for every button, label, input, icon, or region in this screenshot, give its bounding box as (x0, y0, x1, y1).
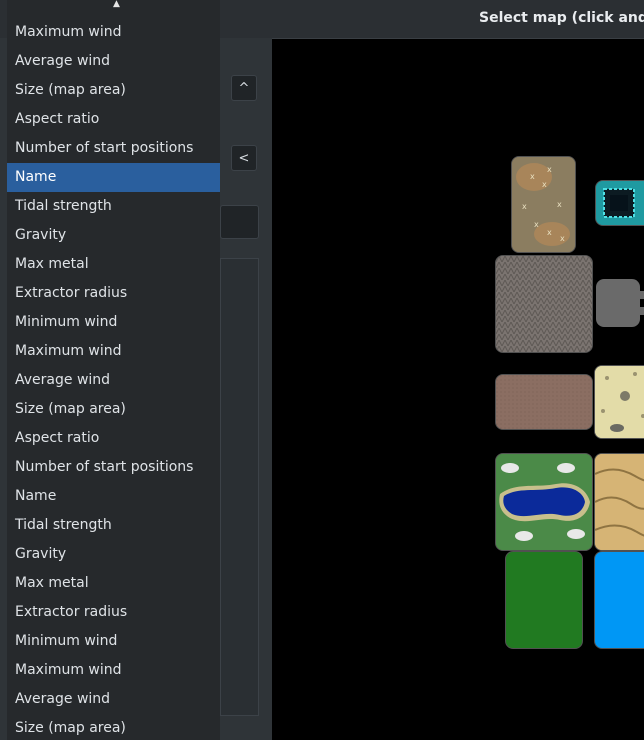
app-window: Select map (click and d ^ < x x x x x x … (0, 0, 644, 740)
map-thumbnail-sand-spots[interactable] (594, 365, 644, 439)
dropdown-option[interactable]: Average wind (7, 366, 220, 395)
dropdown-option[interactable]: Maximum wind (7, 337, 220, 366)
svg-text:x: x (530, 172, 535, 181)
dropdown-option[interactable]: Average wind (7, 685, 220, 714)
map-grid[interactable]: x x x x x x x x (272, 42, 644, 740)
circuit-texture (596, 181, 644, 225)
metal-texture (496, 256, 592, 352)
gray-blocks-texture (596, 279, 644, 327)
scroll-up-button[interactable]: ^ (231, 75, 257, 101)
map-thumbnail-green-flat[interactable] (505, 551, 583, 649)
dropdown-option[interactable]: Gravity (7, 221, 220, 250)
dropdown-option[interactable]: Average wind (7, 47, 220, 76)
back-button[interactable]: < (231, 145, 257, 171)
svg-text:x: x (534, 220, 539, 229)
dropdown-option[interactable]: Minimum wind (7, 308, 220, 337)
dropdown-option[interactable]: Minimum wind (7, 627, 220, 656)
lake-texture (496, 454, 592, 550)
dropdown-option[interactable]: Size (map area) (7, 395, 220, 424)
dropdown-option[interactable]: Aspect ratio (7, 105, 220, 134)
dropdown-option[interactable]: Extractor radius (7, 598, 220, 627)
svg-text:x: x (542, 180, 547, 189)
dropdown-option[interactable]: Max metal (7, 250, 220, 279)
dropdown-option[interactable]: Name (7, 482, 220, 511)
svg-text:x: x (560, 234, 565, 243)
map-thumbnail-gray-blocks[interactable] (595, 278, 644, 328)
dropdown-option[interactable]: Maximum wind (7, 18, 220, 47)
dropdown-option[interactable]: Number of start positions (7, 453, 220, 482)
dropdown-option[interactable]: Extractor radius (7, 279, 220, 308)
sort-by-dropdown-list[interactable]: ▲ Maximum wind Average wind Size (map area… (7, 0, 220, 740)
map-thumbnail-blue-water[interactable] (594, 551, 644, 649)
map-thumbnail-desert-rocky[interactable]: x x x x x x x x (511, 156, 576, 253)
scroll-up-indicator-icon[interactable]: ▲ (113, 0, 120, 9)
dropdown-option[interactable]: Size (map area) (7, 76, 220, 105)
sand-texture (595, 366, 644, 438)
map-thumbnail-lake[interactable] (495, 453, 593, 551)
dropdown-option[interactable]: Gravity (7, 540, 220, 569)
filter-input[interactable] (220, 205, 259, 239)
dropdown-option[interactable]: Tidal strength (7, 511, 220, 540)
map-list-panel[interactable] (220, 258, 259, 716)
brown-texture (496, 375, 592, 429)
page-title: Select map (click and d (479, 10, 644, 26)
map-thumbnail-teal-circuit[interactable] (595, 180, 644, 226)
dropdown-option[interactable]: Size (map area) (7, 714, 220, 740)
svg-text:x: x (522, 202, 527, 211)
svg-text:x: x (547, 165, 552, 174)
map-thumbnail-dunes[interactable] (594, 453, 644, 551)
svg-text:x: x (547, 228, 552, 237)
map-thumbnail-gray-metal[interactable] (495, 255, 593, 353)
dunes-texture (595, 454, 644, 550)
svg-text:x: x (557, 200, 562, 209)
dropdown-option[interactable]: Tidal strength (7, 192, 220, 221)
chevron-left-icon: < (238, 150, 250, 166)
dropdown-option[interactable]: Number of start positions (7, 134, 220, 163)
dropdown-option[interactable]: Maximum wind (7, 656, 220, 685)
desert-rocky-texture: x x x x x x x x (512, 157, 575, 252)
dropdown-option[interactable]: Name (7, 163, 220, 192)
dropdown-option[interactable]: Max metal (7, 569, 220, 598)
map-thumbnail-brown-flat[interactable] (495, 374, 593, 430)
dropdown-option[interactable]: Aspect ratio (7, 424, 220, 453)
caret-up-icon: ^ (238, 80, 250, 96)
